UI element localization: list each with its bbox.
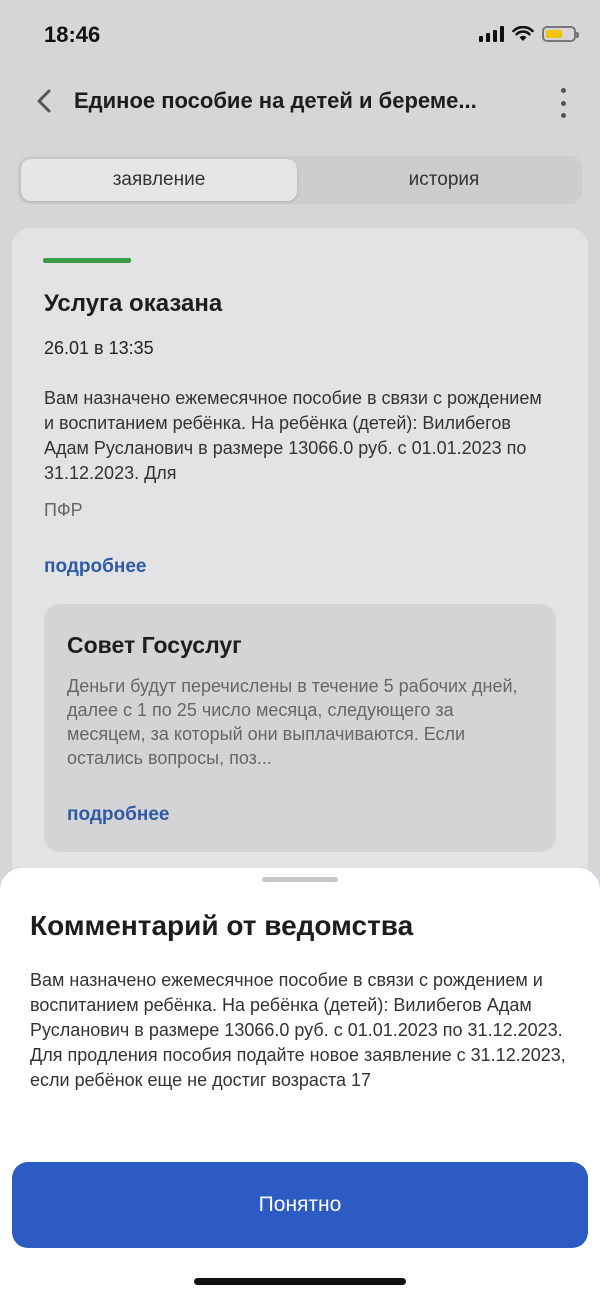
page-title: Единое пособие на детей и береме... [74,88,477,113]
more-options-icon[interactable] [556,88,570,118]
signal-icon [479,26,504,42]
back-chevron-icon[interactable] [30,86,60,116]
battery-icon [542,26,579,42]
status-title: Услуга оказана [44,290,223,317]
advice-card: Совет Госуслуг Деньги будут перечислены … [44,604,556,852]
organization-label: ПФР [44,500,83,520]
nav-bar: Единое пособие на детей и береме... [0,72,600,132]
status-bar: 18:46 [0,0,600,72]
advice-text: Деньги будут перечислены в течение 5 раб… [67,676,518,768]
bottom-sheet: Комментарий от ведомства Вам назначено е… [0,868,600,1297]
details-link[interactable]: подробнее [44,556,146,578]
status-accent-line [43,258,131,263]
wifi-icon [512,26,534,41]
tab-history[interactable]: история [306,159,582,201]
sheet-comment-text: Вам назначено ежемесячное пособие в связ… [30,970,566,1090]
home-indicator [194,1278,406,1285]
status-time: 18:46 [44,22,101,47]
sheet-grabber-handle[interactable] [262,877,338,882]
battery-level [546,30,562,38]
ok-button[interactable]: Понятно [12,1162,588,1248]
sheet-title: Комментарий от ведомства [30,910,414,941]
advice-title: Совет Госуслуг [67,632,242,658]
status-icons [479,26,579,42]
advice-details-link[interactable]: подробнее [67,804,169,826]
status-datetime: 26.01 в 13:35 [44,338,154,358]
tab-application[interactable]: заявление [21,159,297,201]
segmented-control: заявление история [18,156,582,204]
status-description: Вам назначено ежемесячное пособие в связ… [44,388,542,483]
